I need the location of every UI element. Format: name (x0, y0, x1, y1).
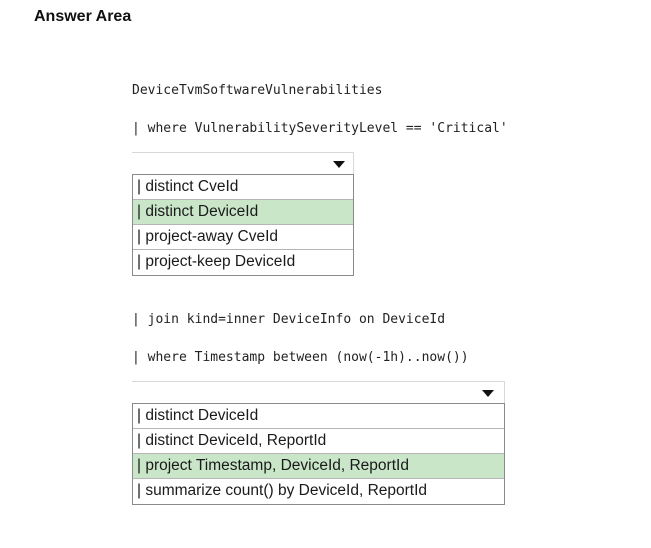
query-line-join: | join kind=inner DeviceInfo on DeviceId (132, 312, 446, 327)
query-line-where-timestamp: | where Timestamp between (now(-1h)..now… (132, 350, 469, 365)
dropdown-2-option[interactable]: | summarize count() by DeviceId, ReportI… (133, 479, 504, 504)
dropdown-2-option[interactable]: | distinct DeviceId (133, 404, 504, 429)
dropdown-1-option[interactable]: | distinct CveId (133, 175, 353, 200)
dropdown-1[interactable]: | distinct CveId | distinct DeviceId | p… (132, 152, 354, 276)
dropdown-2-header[interactable] (132, 381, 505, 403)
dropdown-1-option[interactable]: | project-keep DeviceId (133, 250, 353, 275)
query-line-where-severity: | where VulnerabilitySeverityLevel == 'C… (132, 121, 508, 136)
dropdown-2[interactable]: | distinct DeviceId | distinct DeviceId,… (132, 381, 505, 505)
dropdown-2-options: | distinct DeviceId | distinct DeviceId,… (132, 403, 505, 505)
answer-area-heading: Answer Area (34, 8, 132, 25)
dropdown-1-options: | distinct CveId | distinct DeviceId | p… (132, 174, 354, 276)
caret-down-icon[interactable] (482, 390, 494, 397)
caret-down-icon[interactable] (333, 161, 345, 168)
dropdown-1-header[interactable] (132, 152, 354, 174)
dropdown-2-option[interactable]: | distinct DeviceId, ReportId (133, 429, 504, 454)
query-line-table: DeviceTvmSoftwareVulnerabilities (132, 83, 383, 98)
dropdown-2-option-selected[interactable]: | project Timestamp, DeviceId, ReportId (133, 454, 504, 479)
dropdown-1-option-selected[interactable]: | distinct DeviceId (133, 200, 353, 225)
dropdown-1-option[interactable]: | project-away CveId (133, 225, 353, 250)
